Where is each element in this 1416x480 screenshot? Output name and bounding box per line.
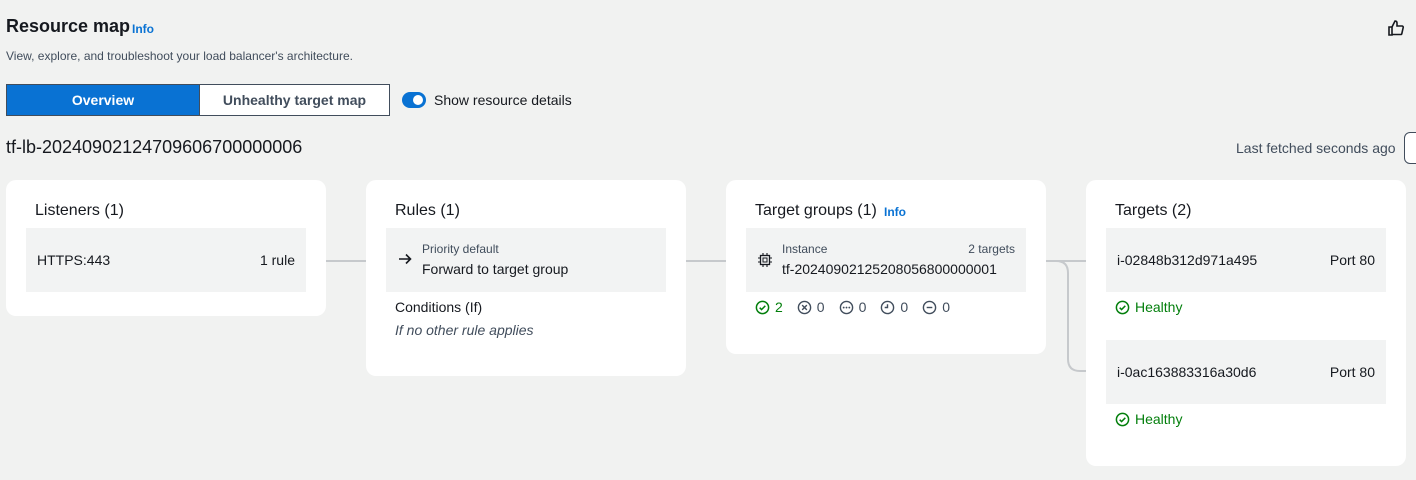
stat-unavailable-count: 0: [942, 299, 950, 315]
check-circle-icon: [1115, 300, 1130, 314]
listener-protocol: HTTPS:443: [37, 252, 111, 268]
minus-circle-icon: [922, 300, 937, 314]
arrow-right-icon: [399, 253, 412, 265]
target-group-type: Instance: [782, 242, 828, 256]
chip-icon: [758, 253, 772, 267]
target-health-status: Healthy: [1115, 411, 1182, 427]
toggle-label: Show resource details: [434, 92, 572, 108]
target-id: i-0ac163883316a30d6: [1117, 364, 1257, 380]
target-port: Port 80: [1329, 364, 1375, 380]
rule-action: Forward to target group: [422, 261, 569, 277]
info-link[interactable]: Info: [132, 22, 154, 36]
stat-healthy-count: 2: [775, 299, 783, 315]
target-groups-title: Target groups (1): [755, 202, 877, 219]
listeners-card: Listeners (1) HTTPS:443 1 rule: [6, 180, 326, 316]
listeners-title: Listeners (1): [35, 202, 124, 219]
target-health-stats: 2 0 0 0 0: [755, 299, 950, 315]
thumbs-up-icon[interactable]: [1387, 19, 1405, 37]
target-health-label: Healthy: [1135, 411, 1183, 427]
target-item[interactable]: i-0ac163883316a30d6 Port 80: [1106, 340, 1386, 404]
rules-card: Rules (1) Priority default Forward to ta…: [366, 180, 686, 376]
stat-unavailable: 0: [922, 299, 950, 315]
target-port: Port 80: [1329, 252, 1375, 268]
target-groups-info-link[interactable]: Info: [884, 205, 906, 219]
target-health-status: Healthy: [1115, 299, 1182, 315]
last-fetched-text: Last fetched seconds ago: [1236, 140, 1396, 156]
tab-overview[interactable]: Overview: [7, 85, 199, 115]
target-group-name: tf-20240902125208056800000001: [782, 261, 997, 277]
clock-icon: [881, 300, 895, 314]
stat-draining: 0: [880, 299, 908, 315]
target-id: i-02848b312d971a495: [1117, 252, 1258, 268]
listener-item[interactable]: HTTPS:443 1 rule: [26, 228, 306, 292]
ellipsis-circle-icon: [839, 300, 853, 314]
conditions-label: Conditions (If): [395, 299, 483, 315]
target-health-label: Healthy: [1135, 299, 1183, 315]
toggle-knob: [413, 95, 423, 105]
stat-unused: 0: [839, 299, 867, 315]
page-subtitle: View, explore, and troubleshoot your loa…: [6, 49, 353, 63]
stat-draining-count: 0: [900, 299, 909, 315]
target-group-count: 2 targets: [968, 242, 1015, 256]
view-segmented-control: Overview Unhealthy target map: [6, 84, 390, 116]
stat-unhealthy: 0: [797, 299, 825, 315]
stat-unhealthy-count: 0: [816, 299, 825, 315]
conditions-value: If no other rule applies: [395, 322, 534, 338]
page-title: Resource map: [6, 16, 131, 36]
stat-healthy: 2: [755, 299, 783, 315]
target-group-item[interactable]: Instance 2 targets tf-202409021252080568…: [746, 228, 1026, 292]
targets-card: Targets (2) i-02848b312d971a495 Port 80 …: [1086, 180, 1406, 466]
targets-title: Targets (2): [1115, 202, 1192, 219]
stat-unused-count: 0: [858, 299, 867, 315]
rule-priority: Priority default: [422, 242, 499, 256]
x-circle-icon: [797, 300, 812, 314]
listener-rules-count: 1 rule: [259, 252, 295, 268]
rule-item[interactable]: Priority default Forward to target group: [386, 228, 666, 292]
tab-unhealthy-target-map[interactable]: Unhealthy target map: [199, 85, 389, 115]
target-item[interactable]: i-02848b312d971a495 Port 80: [1106, 228, 1386, 292]
load-balancer-name: tf-lb-20240902124709606700000006: [6, 137, 303, 157]
check-circle-icon: [1115, 412, 1130, 426]
check-circle-icon: [755, 300, 770, 314]
refresh-button[interactable]: [1404, 132, 1416, 164]
rules-title: Rules (1): [395, 202, 460, 219]
resource-details-toggle[interactable]: [402, 92, 426, 108]
target-groups-card: Target groups (1) Info Instance 2 target…: [726, 180, 1046, 354]
